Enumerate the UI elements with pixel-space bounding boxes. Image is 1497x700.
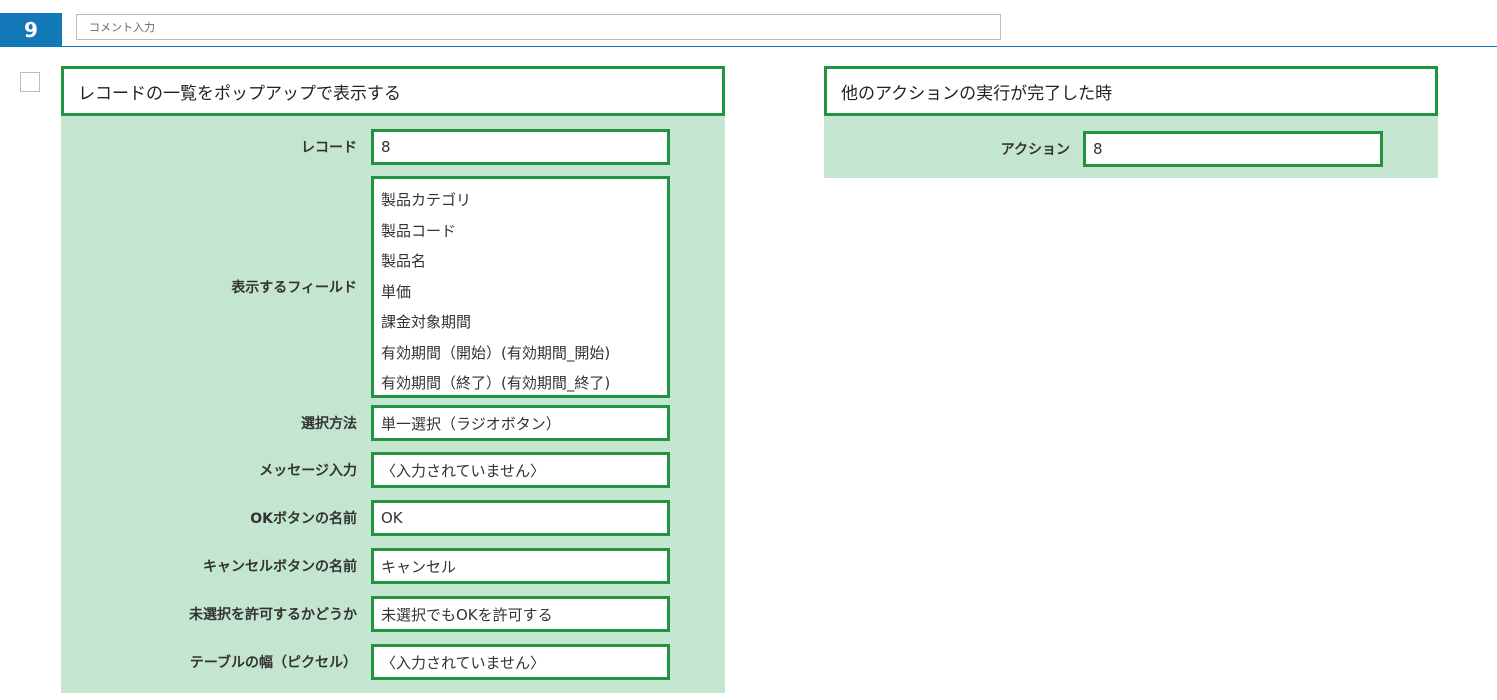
list-item: 課金対象期間 — [381, 313, 472, 331]
field-label-allow-unselected: 未選択を許可するかどうか — [189, 607, 357, 623]
field-value-ok-button-name[interactable]: OK — [371, 500, 670, 536]
field-value-message[interactable]: 〈入力されていません〉 — [371, 452, 670, 488]
action-title[interactable]: レコードの一覧をポップアップで表示する — [61, 66, 725, 116]
list-item: 製品カテゴリ — [381, 191, 472, 209]
field-value-action[interactable]: 8 — [1083, 131, 1383, 167]
step-select-checkbox[interactable] — [20, 72, 40, 92]
field-label-cancel-button-name: キャンセルボタンの名前 — [203, 559, 357, 575]
field-value-table-width[interactable]: 〈入力されていません〉 — [371, 644, 670, 680]
action-panel-popup-records: レコードの一覧をポップアップで表示する レコード 8 表示するフィールド 製品カ… — [61, 66, 725, 693]
field-value-record[interactable]: 8 — [371, 129, 670, 165]
field-label-record: レコード — [301, 140, 357, 156]
step-number-badge: 9 — [0, 13, 62, 47]
field-label-action: アクション — [1000, 142, 1070, 158]
field-value-allow-unselected[interactable]: 未選択でもOKを許可する — [371, 596, 670, 632]
trigger-title[interactable]: 他のアクションの実行が完了した時 — [824, 66, 1438, 116]
field-label-message: メッセージ入力 — [259, 463, 357, 479]
field-value-cancel-button-name[interactable]: キャンセル — [371, 548, 670, 584]
step-header: 9 — [0, 0, 1497, 47]
header-divider — [0, 46, 1497, 47]
field-label-display-fields: 表示するフィールド — [231, 280, 357, 296]
field-value-selection-method[interactable]: 単一選択（ラジオボタン） — [371, 405, 670, 441]
field-label-ok-button-name: OKボタンの名前 — [250, 511, 357, 527]
list-item: 有効期間（終了）(有効期間_終了) — [381, 374, 611, 392]
list-item: 有効期間（開始）(有効期間_開始) — [381, 343, 611, 362]
field-label-selection-method: 選択方法 — [301, 416, 357, 432]
field-label-table-width: テーブルの幅（ピクセル） — [189, 655, 357, 671]
field-list-display-fields[interactable]: 製品カテゴリ 製品コード 製品名 単価 課金対象期間 有効期間（開始）(有効期間… — [371, 176, 670, 398]
comment-input[interactable] — [76, 14, 1001, 40]
trigger-panel-action-complete: 他のアクションの実行が完了した時 アクション 8 — [824, 66, 1438, 178]
list-item: 製品名 — [381, 252, 427, 270]
list-item: 単価 — [381, 282, 412, 301]
list-item: 製品コード — [381, 221, 457, 240]
